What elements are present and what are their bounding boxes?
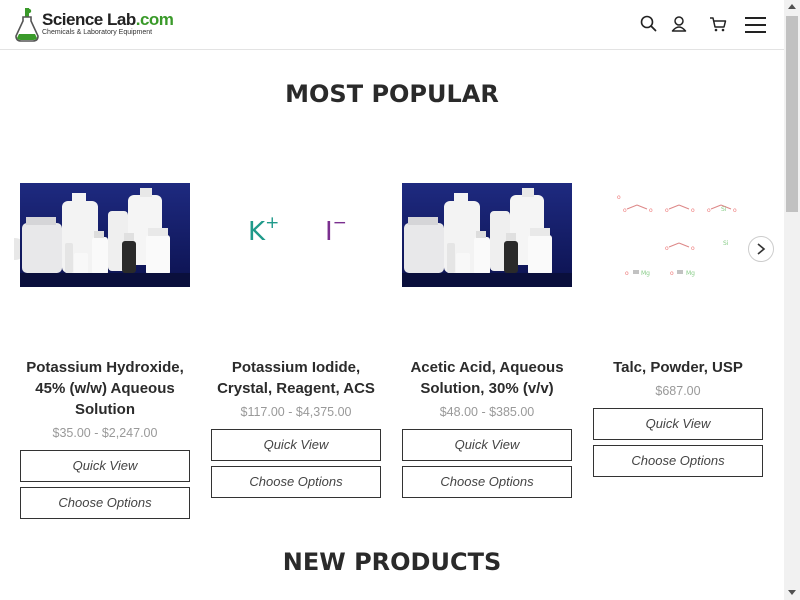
menu-icon[interactable] bbox=[745, 15, 767, 37]
svg-text:o: o bbox=[670, 270, 674, 277]
quick-view-button[interactable]: Quick View bbox=[211, 429, 381, 461]
potassium-symbol: K+ bbox=[248, 213, 280, 247]
choose-options-button[interactable]: Choose Options bbox=[402, 466, 572, 498]
account-icon[interactable] bbox=[669, 14, 691, 36]
svg-text:o: o bbox=[733, 207, 737, 214]
svg-text:o: o bbox=[665, 245, 669, 252]
svg-text:Si: Si bbox=[721, 206, 727, 213]
carousel-next-button[interactable] bbox=[748, 236, 774, 262]
scroll-down-arrow-icon[interactable] bbox=[788, 590, 796, 595]
svg-text:o: o bbox=[691, 207, 695, 214]
search-icon[interactable] bbox=[639, 14, 661, 36]
quick-view-button[interactable]: Quick View bbox=[593, 408, 763, 440]
product-name[interactable]: Acetic Acid, Aqueous Solution, 30% (v/v) bbox=[394, 357, 580, 399]
logo-tagline: Chemicals & Laboratory Equipment bbox=[42, 29, 153, 36]
product-price: $117.00 - $4,375.00 bbox=[240, 405, 352, 419]
section-title-new-products: NEW PRODUCTS bbox=[282, 548, 502, 576]
page-scrollbar[interactable] bbox=[784, 0, 800, 600]
scrollbar-thumb[interactable] bbox=[786, 16, 798, 212]
cart-icon[interactable] bbox=[708, 14, 730, 36]
quick-view-button[interactable]: Quick View bbox=[20, 450, 190, 482]
product-price: $35.00 - $2,247.00 bbox=[52, 426, 158, 440]
svg-text:o: o bbox=[707, 207, 711, 214]
product-name[interactable]: Potassium Hydroxide, 45% (w/w) Aqueous Sol… bbox=[12, 357, 198, 420]
sciencelab-logo[interactable]: Science Lab.com Chemicals & Laboratory E… bbox=[14, 8, 174, 42]
site-header: Science Lab.com Chemicals & Laboratory E… bbox=[0, 0, 784, 50]
svg-text:o: o bbox=[625, 270, 629, 277]
product-name[interactable]: Potassium Iodide, Crystal, Reagent, ACS bbox=[203, 357, 389, 399]
svg-text:Si: Si bbox=[723, 240, 729, 247]
iodide-symbol: I− bbox=[325, 213, 347, 247]
svg-text:o: o bbox=[617, 194, 621, 201]
product-price: $687.00 bbox=[655, 384, 701, 398]
product-name[interactable]: Talc, Powder, USP bbox=[585, 357, 771, 378]
scroll-up-arrow-icon[interactable] bbox=[788, 4, 796, 9]
product-price: $48.00 - $385.00 bbox=[439, 405, 535, 419]
chevron-right-icon bbox=[757, 243, 766, 255]
product-image-structure-diagram[interactable]: oo o oo oo oo oo SiMg Mg Si bbox=[593, 183, 763, 287]
logo-wordmark: Science Lab.com bbox=[42, 10, 174, 29]
flask-logo-icon bbox=[15, 8, 39, 42]
svg-text:o: o bbox=[649, 207, 653, 214]
svg-text:o: o bbox=[623, 207, 627, 214]
svg-text:Mg: Mg bbox=[686, 270, 695, 277]
quick-view-button[interactable]: Quick View bbox=[402, 429, 572, 461]
product-image-bottles[interactable] bbox=[402, 183, 572, 287]
svg-text:Mg: Mg bbox=[641, 270, 650, 277]
product-image-ion-formula[interactable]: K+ I− bbox=[211, 183, 381, 287]
svg-text:o: o bbox=[691, 245, 695, 252]
choose-options-button[interactable]: Choose Options bbox=[211, 466, 381, 498]
choose-options-button[interactable]: Choose Options bbox=[20, 487, 190, 519]
product-image-bottles[interactable] bbox=[20, 183, 190, 287]
svg-text:o: o bbox=[665, 207, 669, 214]
section-title-most-popular: MOST POPULAR bbox=[285, 80, 499, 108]
choose-options-button[interactable]: Choose Options bbox=[593, 445, 763, 477]
